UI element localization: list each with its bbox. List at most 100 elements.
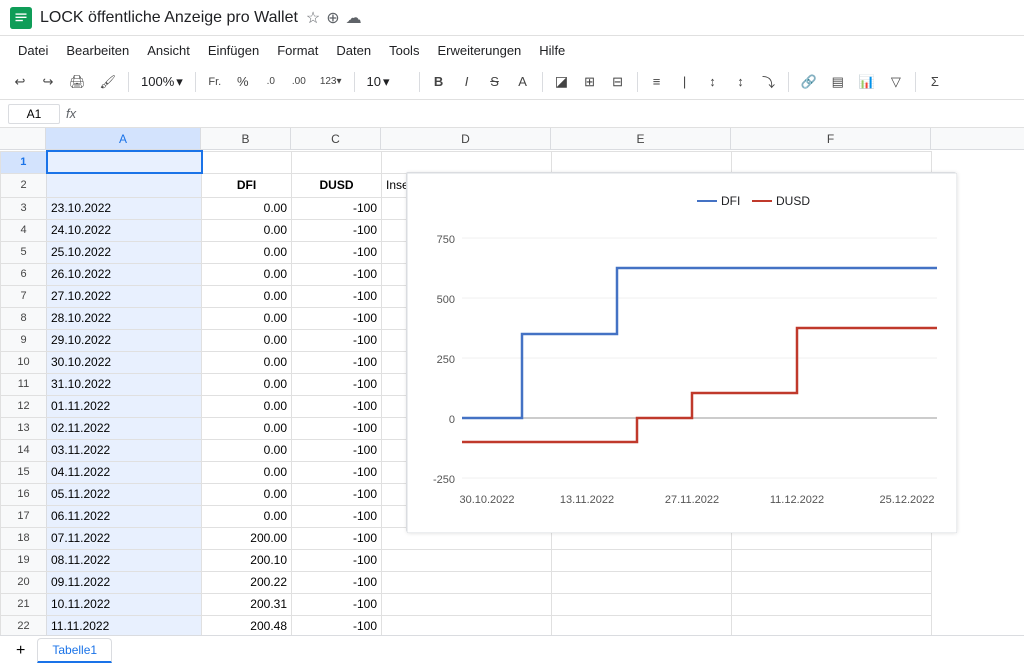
cell-d[interactable] — [382, 549, 552, 571]
cell-c[interactable]: -100 — [292, 197, 382, 219]
insert-chart-button[interactable]: 📊 — [854, 69, 880, 95]
decimal-dec-button[interactable]: .0 — [259, 69, 283, 95]
menu-hilfe[interactable]: Hilfe — [531, 40, 573, 61]
cell-a[interactable]: 08.11.2022 — [47, 549, 202, 571]
menu-format[interactable]: Format — [269, 40, 326, 61]
cell-c[interactable]: -100 — [292, 241, 382, 263]
cell-a[interactable] — [47, 151, 202, 173]
cell-b[interactable] — [202, 151, 292, 173]
font-dropdown[interactable]: 10 ▾ — [362, 69, 412, 95]
add-sheet-button[interactable]: + — [8, 642, 33, 660]
cell-a[interactable]: 03.11.2022 — [47, 439, 202, 461]
cell-c[interactable]: -100 — [292, 483, 382, 505]
menu-bearbeiten[interactable]: Bearbeiten — [58, 40, 137, 61]
cell-c[interactable] — [292, 151, 382, 173]
cell-a[interactable]: 10.11.2022 — [47, 593, 202, 615]
cell-b[interactable]: 0.00 — [202, 373, 292, 395]
col-header-f[interactable]: F — [731, 128, 931, 149]
number-format-button[interactable]: 123▾ — [315, 69, 347, 95]
align-center-button[interactable]: | — [673, 69, 697, 95]
cell-f[interactable] — [732, 571, 932, 593]
cell-b[interactable]: 200.00 — [202, 527, 292, 549]
formula-input[interactable] — [82, 107, 1016, 121]
cell-b[interactable]: 0.00 — [202, 439, 292, 461]
wrap-button[interactable]: ⤵ — [757, 69, 781, 95]
insert-comment-button[interactable]: ▤ — [826, 69, 850, 95]
cell-a[interactable]: 26.10.2022 — [47, 263, 202, 285]
cell-a[interactable]: 09.11.2022 — [47, 571, 202, 593]
currency-button[interactable]: Fr. — [203, 69, 227, 95]
star-icon[interactable]: ☆ — [306, 8, 320, 28]
cell-b[interactable]: 0.00 — [202, 241, 292, 263]
cell-c[interactable]: -100 — [292, 527, 382, 549]
font-color-button[interactable]: A — [511, 69, 535, 95]
cell-f[interactable] — [732, 151, 932, 173]
cell-a[interactable]: 28.10.2022 — [47, 307, 202, 329]
cell-e[interactable] — [552, 151, 732, 173]
italic-button[interactable]: I — [455, 69, 479, 95]
cell-d[interactable] — [382, 151, 552, 173]
cell-a[interactable]: 23.10.2022 — [47, 197, 202, 219]
menu-einfuegen[interactable]: Einfügen — [200, 40, 267, 61]
align-left-button[interactable]: ≡ — [645, 69, 669, 95]
cell-b[interactable]: 200.22 — [202, 571, 292, 593]
cell-a[interactable]: 29.10.2022 — [47, 329, 202, 351]
percent-button[interactable]: % — [231, 69, 255, 95]
cell-a[interactable]: 04.11.2022 — [47, 461, 202, 483]
cell-e[interactable] — [552, 549, 732, 571]
bold-button[interactable]: B — [427, 69, 451, 95]
cell-a[interactable]: 31.10.2022 — [47, 373, 202, 395]
menu-ansicht[interactable]: Ansicht — [139, 40, 198, 61]
cell-a[interactable]: 02.11.2022 — [47, 417, 202, 439]
chart-container[interactable]: DFI DUSD 750 500 250 0 -250 30.10.2022 1… — [406, 172, 956, 532]
menu-erweiterungen[interactable]: Erweiterungen — [429, 40, 529, 61]
cell-reference-input[interactable]: A1 — [8, 104, 60, 124]
cell-b[interactable]: 0.00 — [202, 307, 292, 329]
link-button[interactable]: 🔗 — [796, 69, 822, 95]
strikethrough-button[interactable]: S — [483, 69, 507, 95]
paint-format-button[interactable]: 🖌 — [95, 69, 122, 95]
cell-c[interactable]: -100 — [292, 285, 382, 307]
align-right-button[interactable]: ↕ — [701, 69, 725, 95]
cell-a[interactable]: 07.11.2022 — [47, 527, 202, 549]
cell-a[interactable]: 01.11.2022 — [47, 395, 202, 417]
cell-c[interactable]: -100 — [292, 351, 382, 373]
cell-f[interactable] — [732, 593, 932, 615]
cell-c[interactable]: -100 — [292, 439, 382, 461]
cell-e[interactable] — [552, 571, 732, 593]
cell-e[interactable] — [552, 593, 732, 615]
cell-d[interactable] — [382, 615, 552, 635]
valign-button[interactable]: ↕ — [729, 69, 753, 95]
cell-c[interactable]: -100 — [292, 329, 382, 351]
cell-a[interactable]: 05.11.2022 — [47, 483, 202, 505]
cell-b[interactable]: DFI — [202, 173, 292, 197]
zoom-dropdown[interactable]: 100% ▾ — [136, 69, 188, 95]
cell-b[interactable]: 200.48 — [202, 615, 292, 635]
menu-datei[interactable]: Datei — [10, 40, 56, 61]
cell-c[interactable]: -100 — [292, 461, 382, 483]
cell-c[interactable]: -100 — [292, 219, 382, 241]
col-header-c[interactable]: C — [291, 128, 381, 149]
menu-tools[interactable]: Tools — [381, 40, 427, 61]
cell-b[interactable]: 200.31 — [202, 593, 292, 615]
cell-c[interactable]: -100 — [292, 395, 382, 417]
sheet-tab-1[interactable]: Tabelle1 — [37, 638, 112, 663]
merge-cells-button[interactable]: ⊟ — [606, 69, 630, 95]
cell-e[interactable] — [552, 615, 732, 635]
cell-a[interactable] — [47, 173, 202, 197]
cell-c[interactable]: -100 — [292, 549, 382, 571]
cloud-icon[interactable]: ☁ — [346, 8, 362, 28]
col-header-d[interactable]: D — [381, 128, 551, 149]
cell-c[interactable]: -100 — [292, 615, 382, 635]
redo-button[interactable]: ↪ — [36, 69, 60, 95]
cell-f[interactable] — [732, 549, 932, 571]
cell-b[interactable]: 0.00 — [202, 417, 292, 439]
decimal-inc-button[interactable]: .00 — [287, 69, 311, 95]
cell-b[interactable]: 0.00 — [202, 329, 292, 351]
cell-c[interactable]: -100 — [292, 593, 382, 615]
sum-button[interactable]: Σ — [923, 69, 947, 95]
cell-b[interactable]: 0.00 — [202, 395, 292, 417]
cell-d[interactable] — [382, 571, 552, 593]
undo-button[interactable]: ↩ — [8, 69, 32, 95]
print-button[interactable]: 🖨 — [64, 69, 91, 95]
